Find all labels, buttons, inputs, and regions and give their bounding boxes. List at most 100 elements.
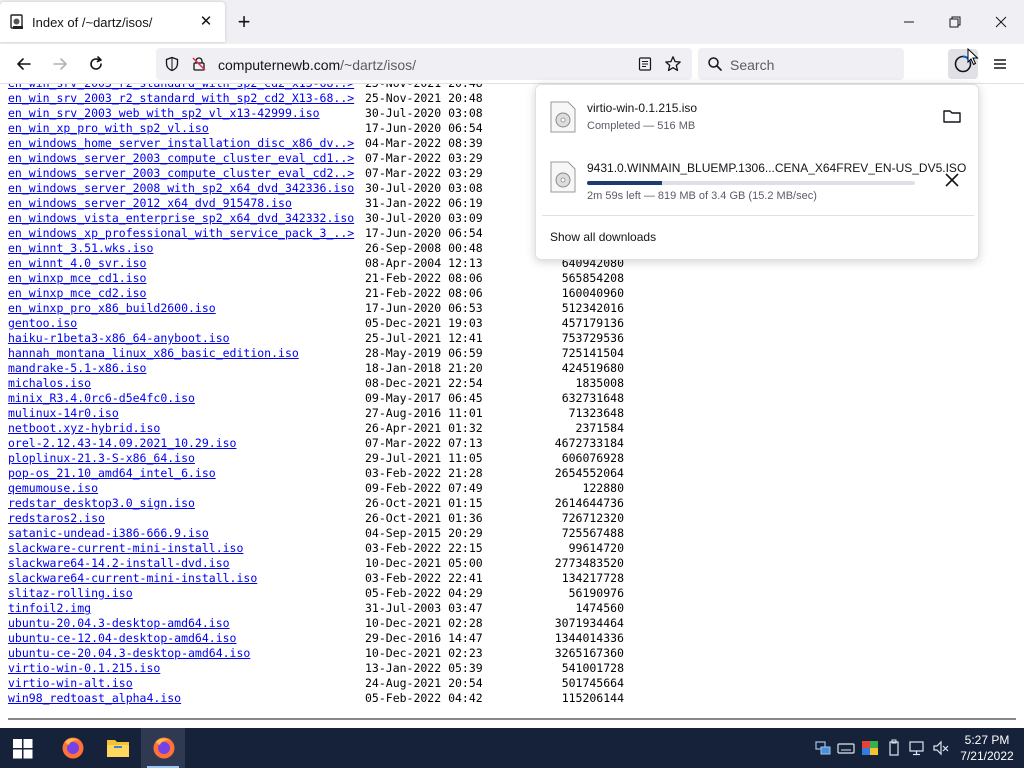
- downloads-button[interactable]: [948, 48, 979, 79]
- file-link[interactable]: ubuntu-ce-20.04.3-desktop-amd64.iso: [8, 646, 250, 661]
- file-size: 134217728: [561, 571, 624, 585]
- file-link[interactable]: en_windows_server_2008_with_sp2_x64_dvd_…: [8, 181, 354, 196]
- file-date: 27-Aug-2016 11:01: [365, 406, 483, 420]
- url-bar[interactable]: computernewb.com/~dartz/isos/: [156, 48, 692, 80]
- restore-icon[interactable]: [945, 12, 965, 32]
- file-link[interactable]: mulinux-14r0.iso: [8, 406, 119, 421]
- file-link[interactable]: en_winnt_3.51.wks.iso: [8, 241, 153, 256]
- firefox-icon: [62, 737, 84, 759]
- taskbar-file-explorer[interactable]: [96, 728, 140, 768]
- file-link[interactable]: en_windows_xp_professional_with_service_…: [8, 226, 354, 241]
- file-link[interactable]: en_win_srv_2003_web_with_sp2_vl_x13-4299…: [8, 106, 320, 121]
- file-size: 501745664: [561, 676, 624, 690]
- file-date: 05-Dec-2021 19:03: [365, 316, 483, 330]
- download-item-active[interactable]: 9431.0.WINMAIN_BLUEMP.1306...CENA_X64FRE…: [536, 151, 978, 209]
- folder-icon: [107, 740, 129, 757]
- file-link[interactable]: redstaros2.iso: [8, 511, 105, 526]
- tab-close-icon[interactable]: ✕: [197, 13, 215, 31]
- file-link[interactable]: mandrake-5.1-x86.iso: [8, 361, 146, 376]
- file-size: 3071934464: [554, 616, 624, 630]
- forward-arrow-icon[interactable]: [50, 54, 70, 74]
- file-size: 512342016: [561, 301, 624, 315]
- start-button[interactable]: [0, 728, 44, 768]
- file-link[interactable]: en_winnt_4.0_svr.iso: [8, 256, 146, 271]
- file-link[interactable]: en_windows_vista_enterprise_sp2_x64_dvd_…: [8, 211, 354, 226]
- file-link[interactable]: en_windows_home_server_installation_disc…: [8, 136, 354, 151]
- file-link[interactable]: virtio-win-0.1.215.iso: [8, 661, 160, 676]
- file-link[interactable]: virtio-win-alt.iso: [8, 676, 133, 691]
- usb-device-tray-icon[interactable]: [885, 739, 903, 757]
- tab-strip: Index of /~dartz/isos/ ✕ +: [0, 0, 1024, 44]
- file-link[interactable]: ubuntu-20.04.3-desktop-amd64.iso: [8, 616, 230, 631]
- close-icon[interactable]: [941, 169, 963, 191]
- file-link[interactable]: en_windows_server_2003_compute_cluster_e…: [8, 151, 354, 166]
- file-date: 26-Oct-2021 01:15: [365, 496, 483, 510]
- new-tab-button[interactable]: +: [233, 11, 255, 34]
- keyboard-tray-icon[interactable]: [837, 739, 855, 757]
- network-monitor-tray-icon[interactable]: [909, 739, 927, 757]
- file-link[interactable]: en_win_xp_pro_with_sp2_vl.iso: [8, 121, 209, 136]
- file-link[interactable]: slackware-current-mini-install.iso: [8, 541, 243, 556]
- back-arrow-icon[interactable]: [14, 54, 34, 74]
- file-link[interactable]: netboot.xyz-hybrid.iso: [8, 421, 160, 436]
- nav-toolbar: computernewb.com/~dartz/isos/ Search: [0, 44, 1024, 84]
- file-link[interactable]: en_winxp_mce_cd2.iso: [8, 286, 146, 301]
- file-size: 2773483520: [554, 556, 624, 570]
- file-link[interactable]: en_winxp_mce_cd1.iso: [8, 271, 146, 286]
- file-link[interactable]: michalos.iso: [8, 376, 91, 391]
- file-link[interactable]: slackware64-14.2-install-dvd.iso: [8, 556, 230, 571]
- url-host: computernewb.com: [218, 57, 341, 73]
- file-link[interactable]: en_windows_server_2003_compute_cluster_e…: [8, 166, 354, 181]
- url-text[interactable]: computernewb.com/~dartz/isos/: [218, 57, 416, 73]
- file-size: 71323648: [568, 406, 624, 420]
- file-link[interactable]: minix_R3.4.0rc6-d5e4fc0.iso: [8, 391, 195, 406]
- file-date: 04-Mar-2022 08:39: [365, 136, 483, 150]
- taskbar-firefox-active[interactable]: [141, 728, 185, 768]
- shield-icon[interactable]: [164, 56, 180, 72]
- color-app-tray-icon[interactable]: [861, 739, 879, 757]
- file-link[interactable]: en_winxp_pro_x86_build2600.iso: [8, 301, 216, 316]
- volume-muted-tray-icon[interactable]: [932, 739, 950, 757]
- folder-icon[interactable]: [941, 105, 963, 127]
- file-link[interactable]: slitaz-rolling.iso: [8, 586, 133, 601]
- file-link[interactable]: haiku-r1beta3-x86_64-anyboot.iso: [8, 331, 230, 346]
- show-all-downloads-button[interactable]: Show all downloads: [550, 230, 656, 244]
- file-link[interactable]: en_windows_server_2012_x64_dvd_915478.is…: [8, 196, 292, 211]
- file-link[interactable]: qemumouse.iso: [8, 481, 98, 496]
- bookmark-star-icon[interactable]: [664, 55, 682, 73]
- search-bar[interactable]: Search: [698, 48, 904, 80]
- file-link[interactable]: en_win_srv_2003_r2_standard_with_sp2_cd2…: [8, 91, 354, 106]
- file-link[interactable]: hannah_montana_linux_x86_basic_edition.i…: [8, 346, 299, 361]
- reload-icon[interactable]: [86, 54, 106, 74]
- file-date: 17-Jun-2020 06:54: [365, 121, 483, 135]
- file-link[interactable]: redstar_desktop3.0_sign.iso: [8, 496, 195, 511]
- file-size: 424519680: [561, 361, 624, 375]
- file-date: 30-Jul-2020 03:08: [365, 181, 483, 195]
- file-link[interactable]: ploplinux-21.3-S-x86_64.iso: [8, 451, 195, 466]
- file-link[interactable]: slackware64-current-mini-install.iso: [8, 571, 257, 586]
- system-clock[interactable]: 5:27 PM 7/21/2022: [952, 732, 1022, 764]
- window-close-icon[interactable]: [991, 12, 1011, 32]
- search-icon: [708, 57, 722, 71]
- file-link[interactable]: pop-os_21.10_amd64_intel_6.iso: [8, 466, 216, 481]
- hamburger-menu-icon[interactable]: [990, 54, 1010, 74]
- insecure-lock-icon[interactable]: [191, 56, 207, 72]
- network-tray-icon[interactable]: [814, 739, 832, 757]
- file-link[interactable]: satanic-undead-i386-666.9.iso: [8, 526, 209, 541]
- file-size: 2614644736: [554, 496, 624, 510]
- download-item-completed[interactable]: virtio-win-0.1.215.iso Completed — 516 M…: [536, 91, 978, 149]
- file-date: 21-Feb-2022 08:06: [365, 271, 483, 285]
- reader-view-icon[interactable]: [637, 56, 653, 72]
- file-link[interactable]: win98_redtoast_alpha4.iso: [8, 691, 181, 706]
- file-date: 17-Jun-2020 06:53: [365, 301, 483, 315]
- taskbar-firefox[interactable]: [50, 728, 94, 768]
- file-link[interactable]: ubuntu-ce-12.04-desktop-amd64.iso: [8, 631, 236, 646]
- file-link[interactable]: gentoo.iso: [8, 316, 77, 331]
- minimize-icon[interactable]: [899, 12, 919, 32]
- tab-title: Index of /~dartz/isos/: [32, 15, 153, 30]
- file-link[interactable]: en_win_srv_2003_r2_standard_with_sp2_cd2…: [8, 84, 354, 91]
- tab-active[interactable]: Index of /~dartz/isos/ ✕: [0, 2, 225, 42]
- file-link[interactable]: tinfoil2.img: [8, 601, 91, 616]
- file-size: 606076928: [561, 451, 624, 465]
- file-link[interactable]: orel-2.12.43-14.09.2021_10.29.iso: [8, 436, 236, 451]
